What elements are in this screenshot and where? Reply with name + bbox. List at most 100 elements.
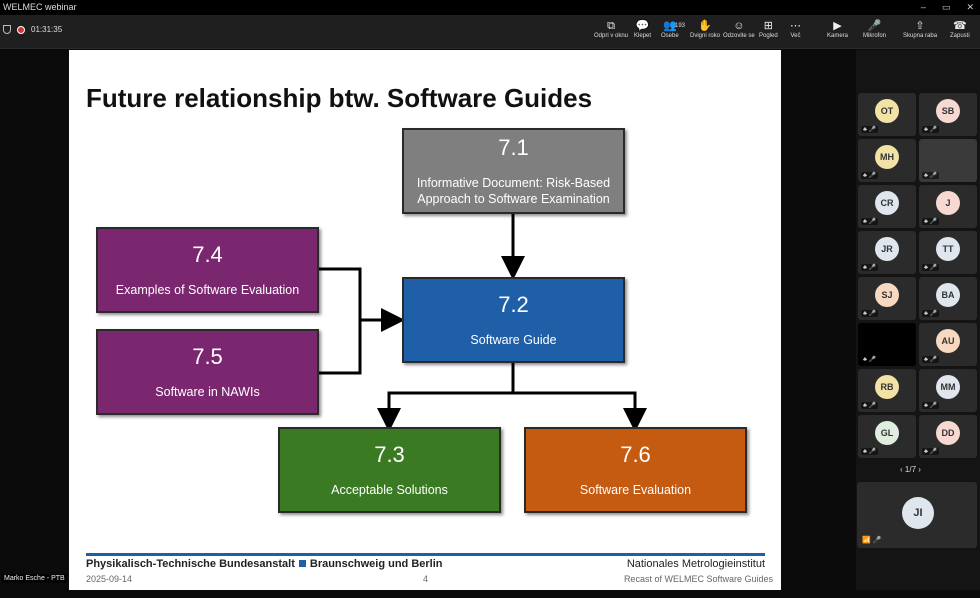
toolbar-button-label: Skupna raba — [903, 33, 938, 39]
avatar: JI — [902, 497, 934, 529]
raise-hand-icon: ✋ — [698, 20, 712, 32]
footer-org-name: Physikalisch-Technische Bundesanstalt — [86, 558, 295, 570]
footer-organization: Physikalisch-Technische Bundesanstalt Bra… — [86, 558, 443, 570]
chat-button[interactable]: 💬 Klepet — [634, 19, 651, 39]
mic-off-icon: ♣ 🎤 — [922, 264, 940, 271]
mic-off-button[interactable]: 🎤 Mikrofon — [863, 19, 886, 39]
react-button[interactable]: ☺ Odzovite se — [723, 19, 755, 39]
mic-off-icon: ♣ 🎤 — [922, 402, 940, 409]
view-button[interactable]: ⊞ Pogled — [759, 19, 778, 39]
participant-tile[interactable]: MH ♣ 🎤 — [858, 139, 916, 182]
avatar: AU — [936, 329, 960, 353]
participant-tile[interactable]: RB ♣ 🎤 — [858, 369, 916, 412]
shield-icon — [3, 25, 11, 34]
participant-tile[interactable]: CR ♣ 🎤 — [858, 185, 916, 228]
mic-off-icon: ♣ 🎤 — [922, 218, 940, 225]
react-icon: ☺ — [733, 20, 745, 32]
window-titlebar: WELMEC webinar – ▭ ✕ — [0, 0, 980, 15]
mic-off-icon: ♣ 🎤 — [922, 356, 940, 363]
camera-button[interactable]: ▶ Kamera — [827, 19, 848, 39]
mic-off-icon: ♣ 🎤 — [922, 310, 940, 317]
avatar: MM — [936, 375, 960, 399]
avatar: JR — [875, 237, 899, 261]
toolbar-button-label: Odpri v oknu — [594, 33, 629, 39]
mic-off-icon: ♣ 🎤 — [861, 402, 879, 409]
mic-off-icon: ♣ 🎤 — [861, 218, 879, 225]
bottom-bar — [0, 590, 980, 598]
avatar: GL — [875, 421, 899, 445]
participants-panel: OT ♣ 🎤 SB ♣ 🎤 MH ♣ 🎤 ♣ 🎤 CR ♣ 🎤 J ♣ 🎤 JR ♣ 🎤 TT ♣ 🎤 SJ ♣… — [856, 50, 980, 598]
participant-tile[interactable]: AU ♣ 🎤 — [919, 323, 977, 366]
avatar: RB — [875, 375, 899, 399]
box-label: Software Guide — [470, 333, 557, 347]
participant-tile[interactable]: TT ♣ 🎤 — [919, 231, 977, 274]
toolbar-button-label: Dvigni roko — [690, 33, 721, 39]
meeting-timer: 01:31:35 — [31, 25, 63, 34]
box-number: 7.5 — [192, 344, 223, 369]
mic-off-icon: 📶 🎤 — [862, 537, 882, 544]
mic-off-icon: ♣ 🎤 — [922, 172, 940, 179]
more-button[interactable]: ⋯ Več — [790, 19, 801, 39]
mic-off-icon: ♣ 🎤 — [861, 264, 879, 271]
participant-tile[interactable]: ♣ 🎤 — [858, 323, 916, 366]
participant-tile[interactable]: MM ♣ 🎤 — [919, 369, 977, 412]
footer-subtitle: Recast of WELMEC Software Guides — [623, 574, 773, 584]
more-icon: ⋯ — [790, 20, 801, 32]
footer-page-number: 4 — [423, 574, 429, 584]
participant-tile[interactable]: SB ♣ 🎤 — [919, 93, 977, 136]
participant-tile[interactable]: JR ♣ 🎤 — [858, 231, 916, 274]
avatar: TT — [936, 237, 960, 261]
gallery-pager[interactable]: ‹ 1/7 › — [900, 465, 921, 474]
footer-institute: Nationales Metrologieinstitut — [626, 558, 765, 570]
participant-tile[interactable]: DD ♣ 🎤 — [919, 415, 977, 458]
avatar: BA — [936, 283, 960, 307]
avatar: J — [936, 191, 960, 215]
presentation-slide: Future relationship btw. Software Guides… — [69, 50, 781, 590]
box-number: 7.6 — [620, 442, 651, 467]
mic-off-icon: ♣ 🎤 — [861, 172, 879, 179]
box-7-2: 7.2 Software Guide — [402, 277, 625, 363]
box-7-3: 7.3 Acceptable Solutions — [278, 427, 501, 513]
box-7-1: 7.1 Informative Document: Risk-Based App… — [402, 128, 625, 214]
footer-date: 2025-09-14 — [86, 574, 133, 584]
popout-button[interactable]: ⧉ Odpri v oknu — [594, 19, 628, 39]
participant-tile[interactable]: J ♣ 🎤 — [919, 185, 977, 228]
avatar: OT — [875, 99, 899, 123]
people-button[interactable]: 👥 193 Osebe — [661, 19, 685, 39]
toolbar-button-label: Zapusti — [950, 33, 970, 39]
box-label: Informative Document: Risk-Based Approac… — [416, 176, 611, 206]
participant-tile[interactable]: OT ♣ 🎤 — [858, 93, 916, 136]
share-button[interactable]: ⇧ Skupna raba — [903, 19, 937, 39]
box-7-6: 7.6 Software Evaluation — [524, 427, 747, 513]
box-label: Software in NAWIs — [155, 385, 260, 399]
box-label: Examples of Software Evaluation — [115, 283, 300, 297]
participant-tile[interactable]: GL ♣ 🎤 — [858, 415, 916, 458]
participant-tile[interactable]: SJ ♣ 🎤 — [858, 277, 916, 320]
participant-tile[interactable]: BA ♣ 🎤 — [919, 277, 977, 320]
avatar: SB — [936, 99, 960, 123]
box-7-4: 7.4 Examples of Software Evaluation — [96, 227, 319, 313]
leave-button[interactable]: ☎ Zapusti — [950, 19, 970, 39]
self-video-tile[interactable]: JI 📶 🎤 — [857, 482, 977, 548]
popout-icon: ⧉ — [607, 20, 615, 32]
mic-off-icon: ♣ 🎤 — [922, 448, 940, 455]
box-number: 7.3 — [374, 442, 405, 467]
avatar: MH — [875, 145, 899, 169]
footer-location: Braunschweig und Berlin — [309, 558, 443, 570]
box-label: Software Evaluation — [579, 483, 692, 497]
box-number: 7.1 — [498, 135, 529, 160]
maximize-icon[interactable]: ▭ — [942, 0, 951, 15]
participant-tile[interactable]: ♣ 🎤 — [919, 139, 977, 182]
mic-off-icon: ♣ 🎤 — [861, 356, 879, 363]
raise-hand-button[interactable]: ✋ Dvigni roko — [690, 19, 720, 39]
toolbar-button-label: Odzovite se — [723, 33, 755, 39]
footer-square-icon — [298, 560, 306, 567]
presenter-name-tag: Marko Esche - PTB — [2, 574, 67, 583]
meeting-toolbar: 01:31:35 ⧉ Odpri v oknu 💬 Klepet 👥 193 Osebe ✋ D… — [0, 15, 980, 49]
minimize-icon[interactable]: – — [921, 0, 926, 15]
mic-off-icon: 🎤 — [867, 20, 882, 32]
close-icon[interactable]: ✕ — [966, 0, 974, 15]
toolbar-button-label: Več — [790, 33, 801, 39]
mic-off-icon: ♣ 🎤 — [861, 310, 879, 317]
window-title: WELMEC webinar — [3, 2, 77, 12]
